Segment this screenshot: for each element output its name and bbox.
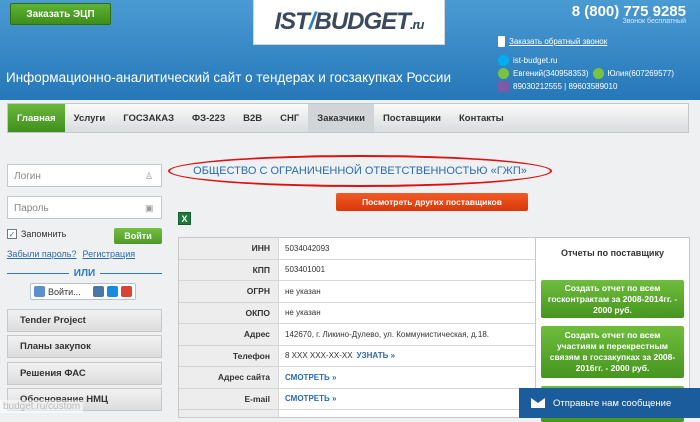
view-website-link[interactable]: СМОТРЕТЬ » <box>285 373 336 382</box>
viber-icon <box>498 81 509 92</box>
site-tagline: Информационно-аналитический сайт о тенде… <box>6 70 452 85</box>
or-divider: ИЛИ <box>7 266 162 280</box>
logo-suffix: .ru <box>409 17 425 32</box>
table-row: Адрес 142670, г. Ликино-Дулево, ул. Комм… <box>179 324 535 346</box>
view-email-link[interactable]: СМОТРЕТЬ » <box>285 394 336 403</box>
or-label: ИЛИ <box>73 267 96 279</box>
mail-icon <box>531 398 545 408</box>
icq-icon <box>592 68 604 79</box>
reports-title: Отчеты по поставщику <box>561 248 664 258</box>
table-row: ОГРН не указан <box>179 281 535 303</box>
social-login[interactable]: Войти... <box>30 283 136 300</box>
register-link[interactable]: Регистрация <box>82 249 135 259</box>
vk-icon[interactable] <box>93 286 104 297</box>
row-label: ОГРН <box>179 281 279 302</box>
row-value: 5034042093 <box>285 243 330 253</box>
nav-home[interactable]: Главная <box>8 104 65 132</box>
row-value: не указана <box>279 410 535 417</box>
lock-icon: ▣ <box>145 203 154 213</box>
contact-phones: 89030212555 | 89603589010 <box>513 82 618 91</box>
table-row: Телефон 8 XXX XXX-XX-XX УЗНАТЬ » <box>179 345 535 367</box>
row-value: не указан <box>285 308 321 318</box>
row-value: 8 XXX XXX-XX-XX <box>285 351 353 361</box>
social-login-label: Войти... <box>48 286 81 297</box>
password-placeholder: Пароль <box>14 203 49 214</box>
report-contracts-button[interactable]: Создать отчет по всем госконтрактам за 2… <box>541 280 684 318</box>
contact-list: ist-budget.ru Евгений(340958353) Юлия(60… <box>498 54 674 93</box>
site-header: Заказать ЭЦП IST/BUDGET.ru 8 (800) 775 9… <box>0 0 700 100</box>
callback-link[interactable]: Заказать обратный звонок <box>498 36 607 47</box>
nav-fz223[interactable]: ФЗ-223 <box>183 104 234 132</box>
logo-text-left: IST <box>274 8 310 35</box>
row-value: не указан <box>285 286 321 296</box>
sidebar-item-fas-decisions[interactable]: Решения ФАС <box>7 362 162 385</box>
row-label: Адрес сайта <box>179 367 279 388</box>
nav-contacts[interactable]: Контакты <box>450 104 513 132</box>
skype-icon <box>498 55 509 66</box>
table-row: Адрес сайта СМОТРЕТЬ » <box>179 367 535 389</box>
chat-label: Отправьте нам сообщение <box>553 397 672 409</box>
status-url: budget.ru/custom <box>0 400 84 413</box>
nav-b2b[interactable]: В2В <box>234 104 271 132</box>
skype-contact[interactable]: ist-budget.ru <box>513 54 557 67</box>
table-row: ОКПО не указан <box>179 302 535 324</box>
order-ecp-button[interactable]: Заказать ЭЦП <box>10 3 111 25</box>
organization-title: ОБЩЕСТВО С ОГРАНИЧЕННОЙ ОТВЕТСТВЕННОСТЬЮ… <box>168 155 552 187</box>
google-icon[interactable] <box>121 286 132 297</box>
sidebar-item-purchase-plans[interactable]: Планы закупок <box>7 335 162 358</box>
reveal-phone-link[interactable]: УЗНАТЬ » <box>357 351 395 360</box>
table-row: E-mail СМОТРЕТЬ » <box>179 388 535 410</box>
row-value: 142670, г. Ликино-Дулево, ул. Коммунисти… <box>285 329 490 339</box>
row-label: Телефон <box>179 345 279 366</box>
nav-cis[interactable]: СНГ <box>271 104 308 132</box>
login-button[interactable]: Войти <box>114 228 162 244</box>
contact-yulia[interactable]: Юлия(607269577) <box>608 67 675 80</box>
row-label: Дата регистрации <box>179 410 279 417</box>
sidebar-item-tender-project[interactable]: Tender Project <box>7 309 162 332</box>
row-label: ОКПО <box>179 302 279 323</box>
row-label: E-mail <box>179 388 279 409</box>
login-placeholder: Логин <box>14 171 41 182</box>
nav-services[interactable]: Услуги <box>65 104 115 132</box>
excel-export-icon[interactable]: X <box>178 212 191 225</box>
logo-text-right: BUDGET <box>314 8 411 35</box>
site-logo[interactable]: IST/BUDGET.ru <box>253 0 445 45</box>
user-icon: ♙ <box>145 171 154 181</box>
nav-suppliers[interactable]: Поставщики <box>374 104 450 132</box>
forgot-password-link[interactable]: Забыли пароль? <box>7 249 76 259</box>
table-row: ИНН 5034042093 <box>179 238 535 260</box>
social-login-icon <box>34 286 45 297</box>
mail-ru-icon[interactable] <box>107 286 118 297</box>
row-label: Адрес <box>179 324 279 345</box>
nav-customers[interactable]: Заказчики <box>308 104 374 132</box>
row-label: ИНН <box>179 238 279 259</box>
remember-me[interactable]: ✓ Запомнить <box>7 229 66 239</box>
report-participation-button[interactable]: Создать отчет по всем участиям и перекре… <box>541 326 684 378</box>
phone-free-note: Звонок бесплатный <box>622 18 686 25</box>
row-value: 503401001 <box>285 265 326 275</box>
phone-icon <box>498 36 505 47</box>
callback-label: Заказать обратный звонок <box>509 37 608 46</box>
remember-checkbox[interactable]: ✓ <box>7 229 17 239</box>
nav-goszakaz[interactable]: ГОСЗАКАЗ <box>114 104 183 132</box>
table-row: КПП 503401001 <box>179 259 535 281</box>
auth-links: Забыли пароль? Регистрация <box>7 249 135 259</box>
other-suppliers-button[interactable]: Посмотреть других поставщиков <box>336 193 528 211</box>
icq-icon <box>498 68 509 79</box>
login-input[interactable]: Логин ♙ <box>7 164 162 187</box>
table-row: Дата регистрации не указана <box>179 410 535 417</box>
password-input[interactable]: Пароль ▣ <box>7 196 162 219</box>
contact-evgeny[interactable]: Евгений(340958353) <box>513 67 589 80</box>
supplier-info-table: ИНН 5034042093 КПП 503401001 ОГРН не ука… <box>178 237 536 418</box>
main-nav: Главная Услуги ГОСЗАКАЗ ФЗ-223 В2В СНГ З… <box>7 103 689 133</box>
row-label: КПП <box>179 259 279 280</box>
remember-label: Запомнить <box>21 229 67 239</box>
chat-widget[interactable]: Отправьте нам сообщение <box>519 388 700 418</box>
